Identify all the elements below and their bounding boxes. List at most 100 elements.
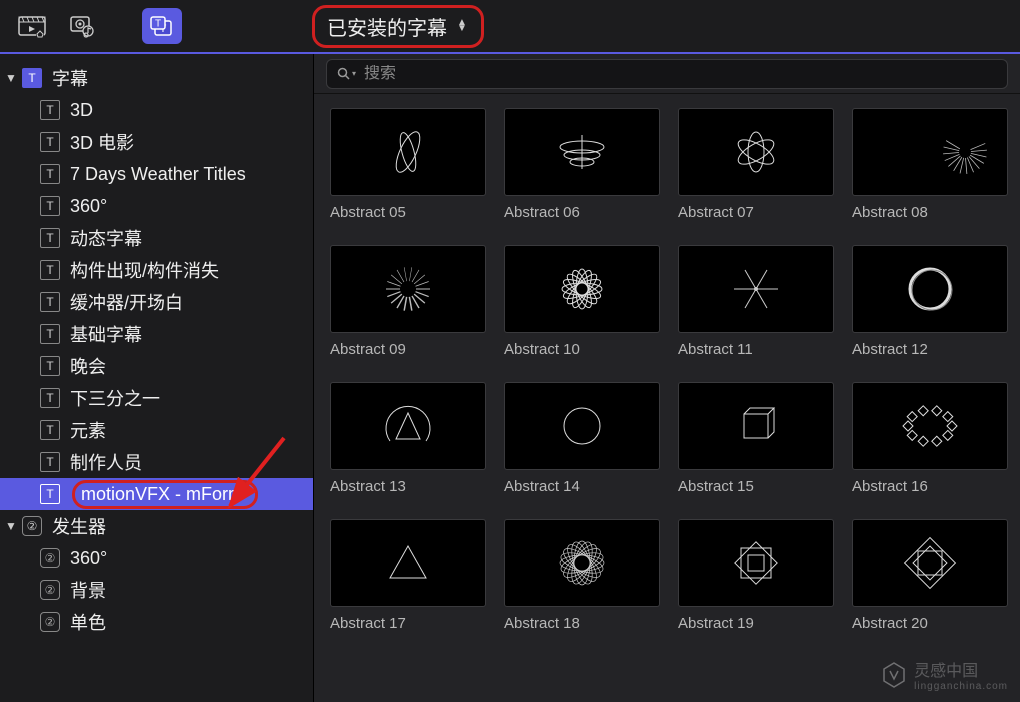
grid-item[interactable]: Abstract 09	[330, 245, 486, 358]
sidebar-item[interactable]: T 3D 电影	[0, 126, 313, 158]
sidebar-item[interactable]: T下三分之一	[0, 382, 313, 414]
grid-item[interactable]: Abstract 07	[678, 108, 834, 221]
thumbnail	[678, 108, 834, 196]
item-label: Abstract 14	[504, 478, 660, 495]
sidebar-item[interactable]: T 7 Days Weather Titles	[0, 158, 313, 190]
sidebar-item-label: motionVFX - mForm	[81, 484, 243, 504]
sidebar-item[interactable]: T晚会	[0, 350, 313, 382]
grid-item[interactable]: Abstract 15	[678, 382, 834, 495]
sidebar-item-label: 单色	[70, 609, 106, 635]
dropdown-label: 已安装的字幕	[327, 12, 447, 41]
title-icon: T	[40, 164, 60, 184]
grid-item[interactable]: Abstract 14	[504, 382, 660, 495]
grid-item[interactable]: Abstract 19	[678, 519, 834, 632]
item-label: Abstract 11	[678, 341, 834, 358]
title-icon: T	[40, 292, 60, 312]
category-label: 字幕	[52, 65, 88, 91]
sidebar-item-label: 缓冲器/开场白	[70, 289, 183, 315]
grid-item[interactable]: Abstract 06	[504, 108, 660, 221]
thumbnail	[504, 245, 660, 333]
sidebar-item[interactable]: ②单色	[0, 606, 313, 638]
sidebar-category[interactable]: ▼ T 字幕	[0, 62, 313, 94]
title-icon: T	[40, 356, 60, 376]
item-label: Abstract 08	[852, 204, 1008, 221]
thumbnail	[852, 245, 1008, 333]
sidebar-item[interactable]: T制作人员	[0, 446, 313, 478]
grid-item[interactable]: Abstract 10	[504, 245, 660, 358]
search-icon: ▾	[337, 67, 356, 81]
sidebar-item-label: 构件出现/构件消失	[70, 257, 219, 283]
sidebar-item[interactable]: ② 背景	[0, 574, 313, 606]
sidebar-item-label: 360°	[70, 196, 107, 217]
grid-item[interactable]: Abstract 20	[852, 519, 1008, 632]
title-icon: T	[40, 228, 60, 248]
sidebar-item[interactable]: T 动态字幕	[0, 222, 313, 254]
thumbnail	[678, 382, 834, 470]
thumbnail	[852, 108, 1008, 196]
item-label: Abstract 15	[678, 478, 834, 495]
sidebar-item-label: 元素	[70, 417, 106, 443]
sidebar-item[interactable]: T3D	[0, 94, 313, 126]
generator-icon: ②	[40, 580, 60, 600]
sidebar-item-label: 背景	[70, 577, 106, 603]
sidebar-item-label: 动态字幕	[70, 225, 142, 251]
grid-item[interactable]: Abstract 05	[330, 108, 486, 221]
item-label: Abstract 09	[330, 341, 486, 358]
sidebar-item[interactable]: T 360°	[0, 190, 313, 222]
sidebar-item[interactable]: TmotionVFX - mForm	[0, 478, 313, 510]
grid-item[interactable]: Abstract 16	[852, 382, 1008, 495]
item-label: Abstract 19	[678, 615, 834, 632]
sidebar-item-label: 7 Days Weather Titles	[70, 164, 246, 185]
sidebar-item[interactable]: ② 360°	[0, 542, 313, 574]
category-dropdown[interactable]: 已安装的字幕 ▲▼	[312, 5, 484, 48]
thumbnail	[852, 519, 1008, 607]
tab-media-icon[interactable]	[12, 8, 52, 44]
svg-text:T: T	[155, 19, 161, 30]
thumbnail	[330, 245, 486, 333]
thumbnail	[330, 382, 486, 470]
title-icon: T	[40, 420, 60, 440]
item-label: Abstract 20	[852, 615, 1008, 632]
thumbnail-grid: Abstract 05 Abstract 06 Abstract 07 Abstrac…	[330, 108, 1016, 632]
sidebar-item-label: 下三分之一	[70, 385, 160, 411]
grid-item[interactable]: Abstract 11	[678, 245, 834, 358]
item-label: Abstract 05	[330, 204, 486, 221]
thumbnail	[852, 382, 1008, 470]
grid-item[interactable]: Abstract 17	[330, 519, 486, 632]
triangle-down-icon: ▼	[4, 519, 18, 533]
tab-titles-icon[interactable]: TT	[142, 8, 182, 44]
sidebar-category[interactable]: ▼②发生器	[0, 510, 313, 542]
grid-item[interactable]: Abstract 18	[504, 519, 660, 632]
grid-item[interactable]: Abstract 12	[852, 245, 1008, 358]
title-icon: T	[40, 196, 60, 216]
item-label: Abstract 06	[504, 204, 660, 221]
grid-item[interactable]: Abstract 13	[330, 382, 486, 495]
sidebar: ▼T字幕T3DT3D 电影T7 Days Weather TitlesT360°…	[0, 54, 313, 702]
item-label: Abstract 16	[852, 478, 1008, 495]
sidebar-item-label: 3D	[70, 100, 93, 121]
generator-icon: ②	[40, 548, 60, 568]
triangle-down-icon: ▼	[4, 71, 18, 85]
thumbnail	[678, 519, 834, 607]
thumbnail	[330, 108, 486, 196]
grid-item[interactable]: Abstract 08	[852, 108, 1008, 221]
sidebar-item-label: 3D 电影	[70, 129, 134, 155]
sidebar-item[interactable]: T 元素	[0, 414, 313, 446]
topbar: TT 已安装的字幕 ▲▼	[0, 0, 1020, 54]
item-label: Abstract 07	[678, 204, 834, 221]
search-box[interactable]: ▾	[326, 59, 1008, 89]
item-label: Abstract 17	[330, 615, 486, 632]
title-icon: T	[40, 484, 60, 504]
sidebar-item[interactable]: T基础字幕	[0, 318, 313, 350]
search-input[interactable]	[364, 65, 997, 83]
sidebar-item[interactable]: T 缓冲器/开场白	[0, 286, 313, 318]
sidebar-item[interactable]: T构件出现/构件消失	[0, 254, 313, 286]
category-label: 发生器	[52, 513, 106, 539]
sidebar-item-label: 基础字幕	[70, 321, 142, 347]
thumbnail	[678, 245, 834, 333]
tab-audio-icon[interactable]	[62, 8, 102, 44]
title-icon: T	[22, 68, 42, 88]
title-icon: T	[40, 132, 60, 152]
sidebar-item-label: 360°	[70, 548, 107, 569]
item-label: Abstract 13	[330, 478, 486, 495]
